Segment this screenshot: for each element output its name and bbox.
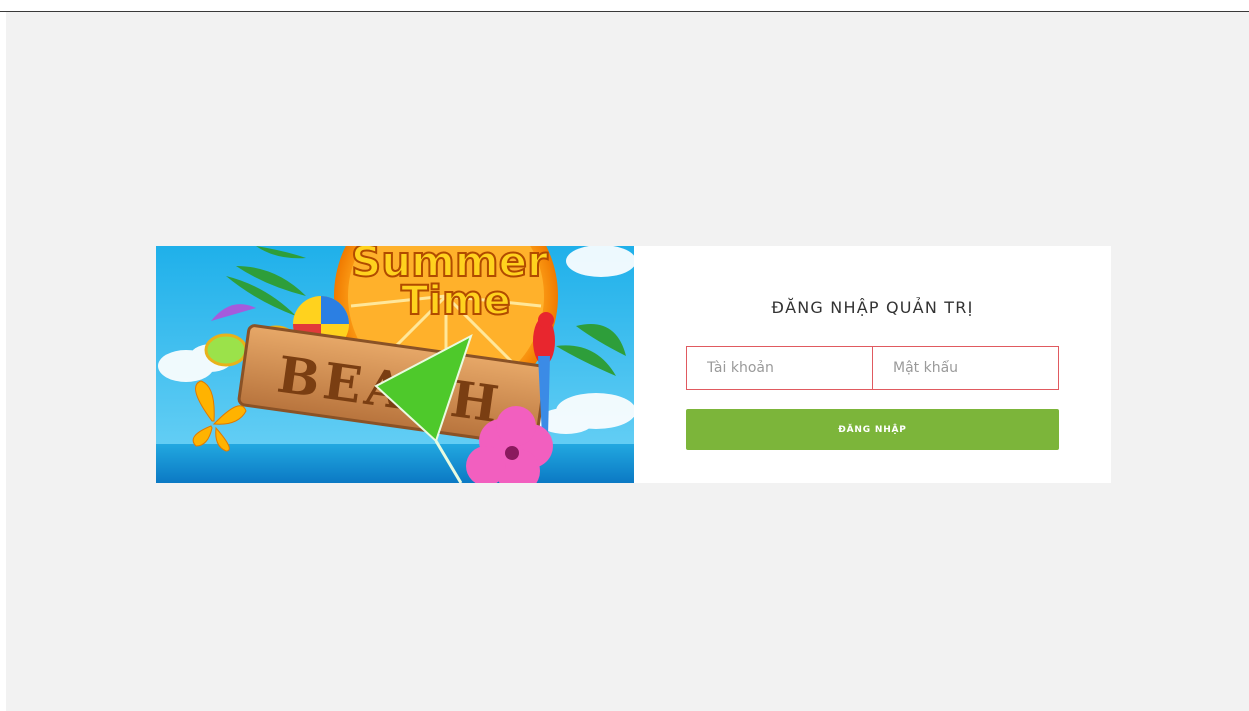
login-title: ĐĂNG NHẬP QUẢN TRỊ [771, 298, 974, 317]
login-card: Summer Time BEACH [156, 246, 1111, 483]
password-field [872, 346, 1059, 390]
login-panel: ĐĂNG NHẬP QUẢN TRỊ ĐĂNG NHẬP [634, 246, 1111, 483]
login-button[interactable]: ĐĂNG NHẬP [686, 409, 1059, 450]
banner-headline-2: Time [401, 278, 511, 324]
page-background: Summer Time BEACH [6, 12, 1249, 711]
username-input[interactable] [687, 347, 872, 389]
username-field [686, 346, 873, 390]
password-input[interactable] [873, 347, 1058, 389]
summer-beach-banner: Summer Time BEACH [156, 246, 634, 483]
